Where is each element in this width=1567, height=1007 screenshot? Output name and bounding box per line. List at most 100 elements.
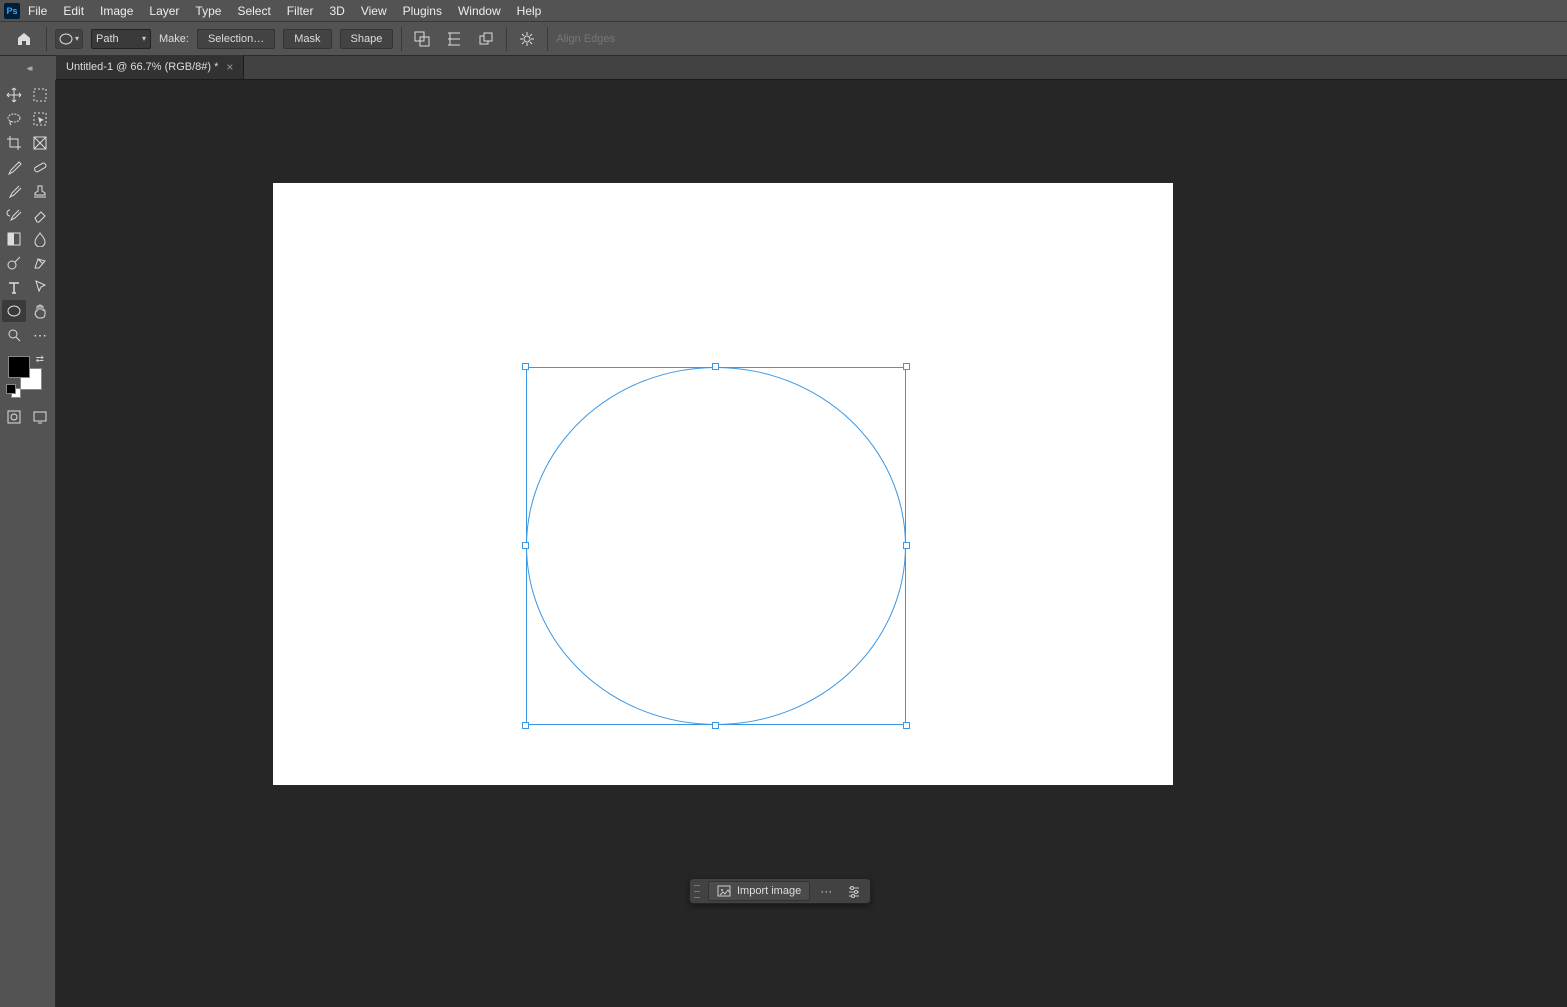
make-label: Make: xyxy=(159,33,189,45)
path-selection-tool[interactable] xyxy=(28,276,52,298)
frame-icon xyxy=(32,135,48,151)
stamp-icon xyxy=(32,183,48,199)
arrange-icon xyxy=(478,31,494,47)
lasso-icon xyxy=(6,111,22,127)
eraser-tool[interactable] xyxy=(28,204,52,226)
bandaid-icon xyxy=(32,159,48,175)
chevron-down-icon: ▾ xyxy=(75,34,79,43)
home-button[interactable] xyxy=(10,25,38,53)
object-select-icon xyxy=(32,111,48,127)
main-area: ⋯ ⇄ xyxy=(0,80,1567,1007)
transform-handle-tr[interactable] xyxy=(903,363,910,370)
document-tab[interactable]: Untitled-1 @ 66.7% (RGB/8#) * × xyxy=(56,55,244,79)
brush-tool[interactable] xyxy=(2,180,26,202)
object-selection-tool[interactable] xyxy=(28,108,52,130)
menu-select[interactable]: Select xyxy=(229,2,278,20)
menu-file[interactable]: File xyxy=(20,2,55,20)
sliders-icon xyxy=(847,884,861,898)
eyedropper-tool[interactable] xyxy=(2,156,26,178)
path-ops-icon xyxy=(414,31,430,47)
import-image-button[interactable]: Import image xyxy=(708,881,810,901)
menu-filter[interactable]: Filter xyxy=(279,2,322,20)
healing-brush-tool[interactable] xyxy=(28,156,52,178)
path-bounding-box[interactable] xyxy=(526,367,906,725)
menu-edit[interactable]: Edit xyxy=(55,2,92,20)
hand-icon xyxy=(32,303,48,319)
brush-icon xyxy=(6,183,22,199)
chevron-down-icon: ▾ xyxy=(142,34,146,43)
pick-tool-mode-dropdown[interactable]: Path ▾ xyxy=(91,29,151,49)
tools-panel: ⋯ ⇄ xyxy=(0,80,56,1007)
hand-tool[interactable] xyxy=(28,300,52,322)
image-icon xyxy=(717,884,731,898)
blur-tool[interactable] xyxy=(28,228,52,250)
history-brush-icon xyxy=(6,207,22,223)
drag-grip-icon[interactable] xyxy=(694,882,700,900)
eraser-icon xyxy=(32,207,48,223)
menu-plugins[interactable]: Plugins xyxy=(395,2,450,20)
foreground-color-swatch[interactable] xyxy=(8,356,30,378)
separator xyxy=(401,27,402,51)
type-tool[interactable] xyxy=(2,276,26,298)
color-swatches: ⇄ xyxy=(2,354,50,394)
transform-handle-bm[interactable] xyxy=(712,722,719,729)
contextual-task-bar[interactable]: Import image ··· xyxy=(689,878,871,904)
ellipse-path[interactable] xyxy=(526,367,906,725)
align-edges-checkbox[interactable]: Align Edges xyxy=(556,33,615,45)
clone-stamp-tool[interactable] xyxy=(28,180,52,202)
make-shape-button[interactable]: Shape xyxy=(340,29,394,49)
swap-colors-icon[interactable]: ⇄ xyxy=(36,354,44,365)
menu-layer[interactable]: Layer xyxy=(141,2,187,20)
collapse-icon: ◂◂ xyxy=(26,63,29,74)
menu-view[interactable]: View xyxy=(353,2,395,20)
bar-properties-button[interactable] xyxy=(842,881,866,901)
gradient-tool[interactable] xyxy=(2,228,26,250)
menu-window[interactable]: Window xyxy=(450,2,509,20)
zoom-tool[interactable] xyxy=(2,324,26,346)
menu-type[interactable]: Type xyxy=(187,2,229,20)
dodge-icon xyxy=(6,255,22,271)
transform-handle-tl[interactable] xyxy=(522,363,529,370)
app-logo: Ps xyxy=(4,3,20,19)
menu-bar: Ps File Edit Image Layer Type Select Fil… xyxy=(0,0,1567,22)
path-alignment-button[interactable] xyxy=(442,27,466,51)
path-operations-button[interactable] xyxy=(410,27,434,51)
dodge-tool[interactable] xyxy=(2,252,26,274)
transform-handle-br[interactable] xyxy=(903,722,910,729)
pen-tool[interactable] xyxy=(28,252,52,274)
screen-mode-button[interactable] xyxy=(28,406,52,428)
marquee-icon xyxy=(32,87,48,103)
transform-handle-ml[interactable] xyxy=(522,542,529,549)
toolbar-collapse[interactable]: ◂◂ xyxy=(0,56,56,80)
transform-handle-bl[interactable] xyxy=(522,722,529,729)
menu-image[interactable]: Image xyxy=(92,2,141,20)
lasso-tool[interactable] xyxy=(2,108,26,130)
make-mask-button[interactable]: Mask xyxy=(283,29,331,49)
more-options-button[interactable]: ··· xyxy=(814,881,838,901)
screenmode-icon xyxy=(32,409,48,425)
crop-icon xyxy=(6,135,22,151)
dots-icon: ⋯ xyxy=(33,327,47,344)
quick-mask-mode-button[interactable] xyxy=(2,406,26,428)
canvas-viewport[interactable]: Import image ··· xyxy=(56,80,1567,1007)
tool-preset-picker[interactable]: ▾ xyxy=(55,29,83,49)
history-brush-tool[interactable] xyxy=(2,204,26,226)
home-icon xyxy=(16,31,32,47)
frame-tool[interactable] xyxy=(28,132,52,154)
move-tool[interactable] xyxy=(2,84,26,106)
crop-tool[interactable] xyxy=(2,132,26,154)
make-selection-button[interactable]: Selection… xyxy=(197,29,275,49)
close-icon[interactable]: × xyxy=(226,60,233,74)
additional-options-button[interactable] xyxy=(515,27,539,51)
menu-help[interactable]: Help xyxy=(509,2,550,20)
ellipse-tool[interactable] xyxy=(2,300,26,322)
edit-toolbar-button[interactable]: ⋯ xyxy=(28,324,52,346)
path-arrangement-button[interactable] xyxy=(474,27,498,51)
default-colors-button[interactable] xyxy=(6,384,16,394)
ellipse-icon xyxy=(59,33,73,45)
rectangular-marquee-tool[interactable] xyxy=(28,84,52,106)
transform-handle-tm[interactable] xyxy=(712,363,719,370)
menu-3d[interactable]: 3D xyxy=(321,2,352,20)
gear-icon xyxy=(519,31,535,47)
transform-handle-mr[interactable] xyxy=(903,542,910,549)
